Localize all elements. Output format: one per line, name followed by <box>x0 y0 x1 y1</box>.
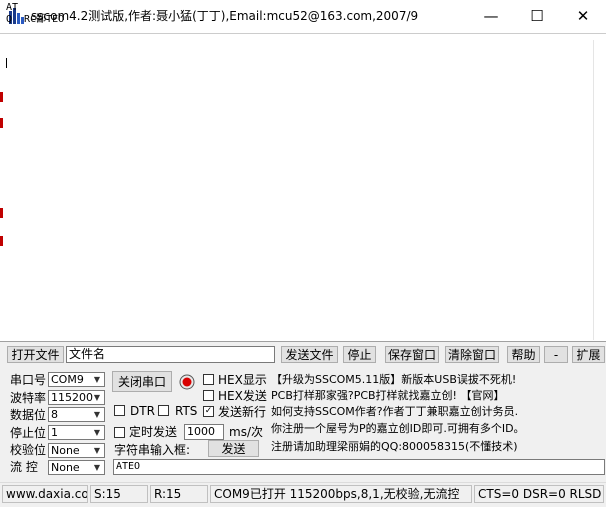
open-file-button[interactable]: 打开文件 <box>7 346 64 363</box>
flow-control-select[interactable]: None ▼ <box>48 460 105 475</box>
receive-text: AT Q RC鄙TEO <box>6 2 65 25</box>
status-site[interactable]: www.daxia.com <box>2 485 88 503</box>
baud-label: 波特率 <box>10 391 47 405</box>
data-bits-value: 8 <box>51 408 58 421</box>
hex-display-checkbox[interactable] <box>203 374 214 385</box>
receive-area[interactable] <box>0 33 606 342</box>
port-status-icon <box>179 374 195 390</box>
stop-bits-label: 停止位 <box>10 426 47 440</box>
send-newline-checkbox[interactable]: ✓ <box>203 406 214 417</box>
flow-control-value: None <box>51 461 80 474</box>
baud-select[interactable]: 115200 ▼ <box>48 390 105 405</box>
save-window-button[interactable]: 保存窗口 <box>385 346 439 363</box>
interval-input[interactable]: 1000 <box>184 424 224 440</box>
ad-line-2[interactable]: PCB打样那家强?PCB打样就找嘉立创! 【官网】 <box>271 389 504 403</box>
port-label: 串口号 <box>10 373 47 387</box>
receive-scrollbar[interactable] <box>593 40 605 340</box>
send-file-button[interactable]: 发送文件 <box>281 346 338 363</box>
baud-value: 115200 <box>51 391 93 404</box>
hex-display-label: HEX显示 <box>218 373 267 387</box>
ad-line-4[interactable]: 你注册一个屋号为P的嘉立创ID即可.可拥有多个ID。 <box>271 422 525 436</box>
stop-bits-value: 1 <box>51 426 58 439</box>
minimize-button[interactable]: — <box>468 0 514 31</box>
data-bits-label: 数据位 <box>10 408 47 422</box>
edge-marker <box>0 92 3 102</box>
ad-line-3[interactable]: 如何支持SSCOM作者?作者丁丁兼职嘉立创计务员. <box>271 405 518 419</box>
rts-label: RTS <box>175 404 198 418</box>
send-text-input[interactable]: ATEO <box>113 459 605 475</box>
edge-marker <box>0 236 3 246</box>
collapse-button[interactable]: - <box>544 346 568 363</box>
timed-send-checkbox[interactable] <box>114 427 125 438</box>
chevron-down-icon: ▼ <box>93 375 101 384</box>
send-button[interactable]: 发送 <box>208 440 259 457</box>
help-button[interactable]: 帮助 <box>507 346 540 363</box>
interval-unit-label: ms/次 <box>229 425 263 439</box>
chevron-down-icon: ▼ <box>93 463 101 472</box>
clear-window-button[interactable]: 清除窗口 <box>445 346 499 363</box>
flow-control-label: 流 控 <box>10 460 38 474</box>
data-bits-select[interactable]: 8 ▼ <box>48 407 105 422</box>
maximize-button[interactable]: ☐ <box>514 0 560 31</box>
expand-button[interactable]: 扩展 <box>572 346 605 363</box>
rts-checkbox[interactable] <box>158 405 169 416</box>
hex-send-checkbox[interactable] <box>203 390 214 401</box>
chevron-down-icon: ▼ <box>93 410 101 419</box>
port-select[interactable]: COM9 ▼ <box>48 372 105 387</box>
edge-marker <box>0 208 3 218</box>
text-caret <box>6 58 7 68</box>
parity-value: None <box>51 444 80 457</box>
edge-marker <box>0 118 3 128</box>
status-sent-count: S:15 <box>90 485 148 503</box>
window-title: sscom4.2测试版,作者:聂小猛(丁丁),Email:mcu52@163.c… <box>31 9 419 23</box>
dtr-checkbox[interactable] <box>114 405 125 416</box>
dtr-label: DTR <box>130 404 155 418</box>
parity-label: 校验位 <box>10 443 47 457</box>
status-modem-lines: CTS=0 DSR=0 RLSD <box>474 485 604 503</box>
close-port-button[interactable]: 关闭串口 <box>112 371 172 392</box>
chevron-down-icon: ▼ <box>93 428 101 437</box>
chevron-down-icon: ▼ <box>93 393 101 402</box>
string-input-label: 字符串输入框: <box>114 443 191 457</box>
status-port-info: COM9已打开 115200bps,8,1,无校验,无流控 <box>210 485 472 503</box>
port-value: COM9 <box>51 373 84 386</box>
hex-send-label: HEX发送 <box>218 389 267 403</box>
chevron-down-icon: ▼ <box>93 446 101 455</box>
close-button[interactable]: ✕ <box>560 0 606 31</box>
parity-select[interactable]: None ▼ <box>48 443 105 458</box>
send-newline-label: 发送新行 <box>218 405 267 419</box>
timed-send-label: 定时发送 <box>129 425 178 439</box>
status-received-count: R:15 <box>150 485 208 503</box>
file-name-field[interactable]: 文件名 <box>66 346 275 363</box>
ad-line-1[interactable]: 【升级为SSCOM5.11版】新版本USB误拔不死机! <box>271 373 516 387</box>
stop-bits-select[interactable]: 1 ▼ <box>48 425 105 440</box>
ad-line-5[interactable]: 注册请加助理梁丽娟的QQ:800058315(不懂技术) <box>271 440 518 454</box>
stop-button[interactable]: 停止 <box>343 346 376 363</box>
